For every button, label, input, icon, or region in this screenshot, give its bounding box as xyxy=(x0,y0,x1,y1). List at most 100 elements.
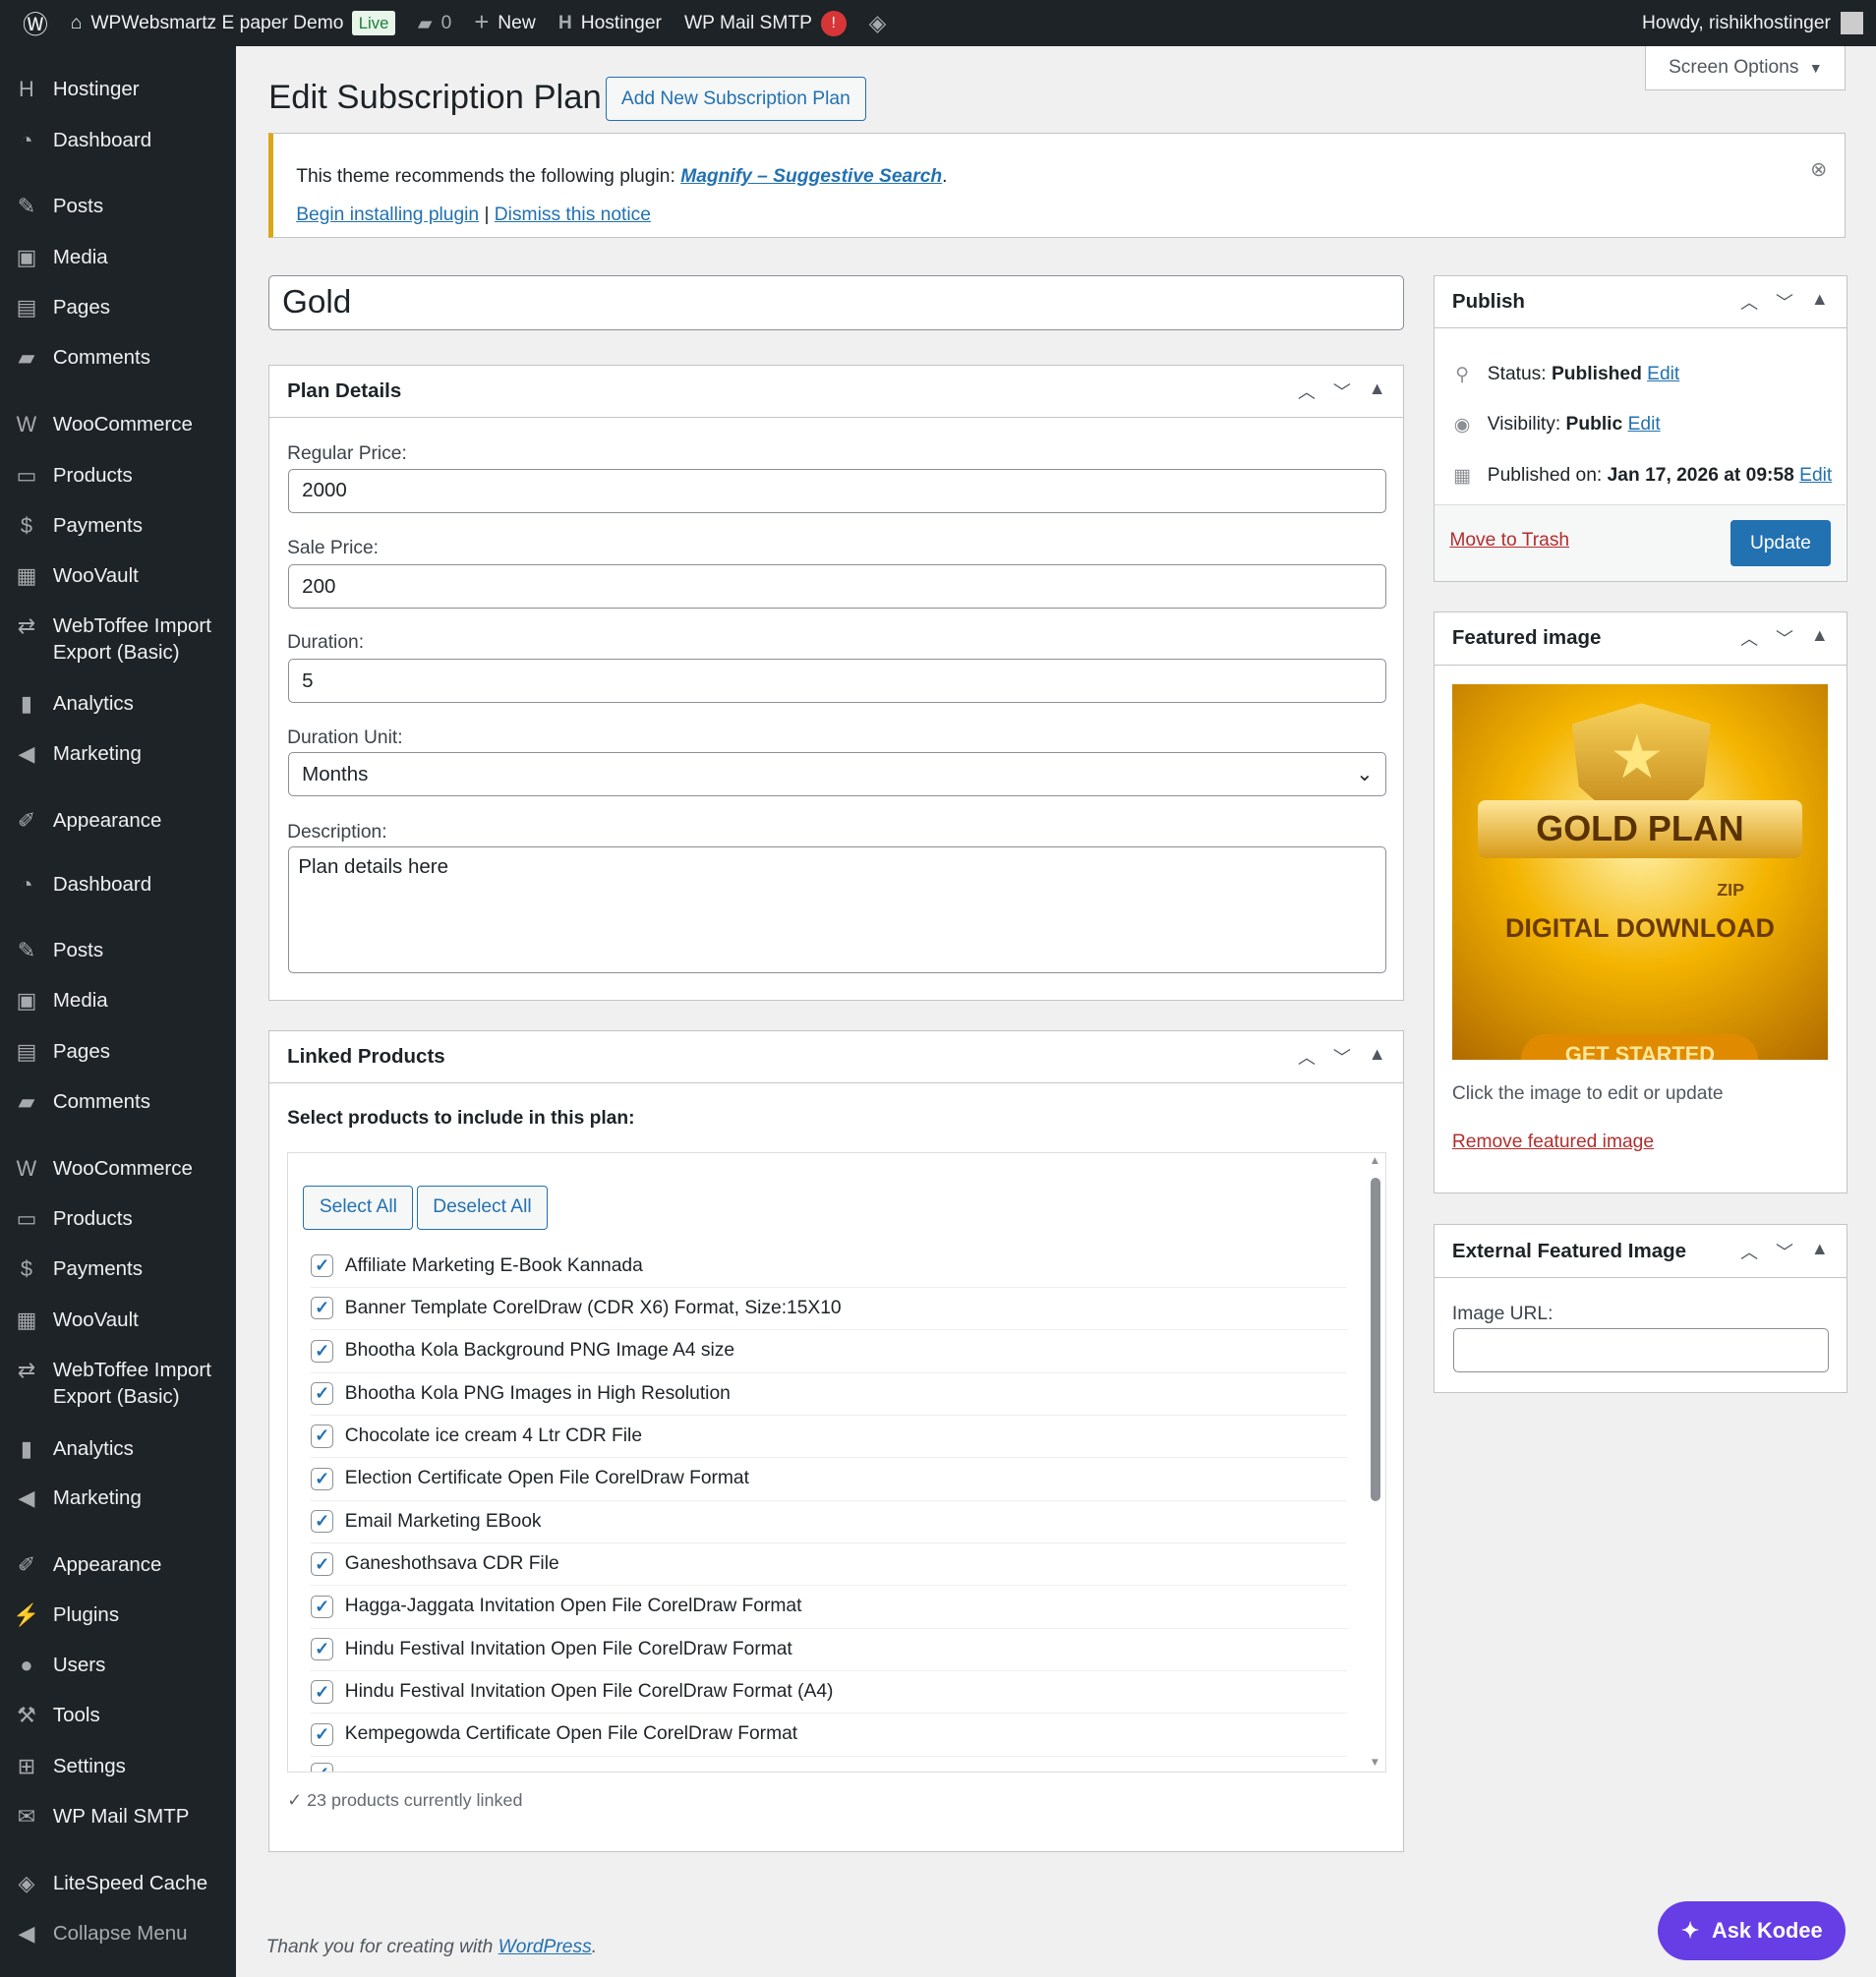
move-up-icon[interactable]: ︿ xyxy=(1740,625,1758,651)
edit-visibility-link[interactable]: Edit xyxy=(1628,414,1661,435)
product-checkbox[interactable]: ✓ xyxy=(311,1510,334,1534)
description-textarea[interactable]: Plan details here xyxy=(288,846,1387,973)
hostinger-link[interactable]: H Hostinger xyxy=(558,13,662,34)
sidebar-item[interactable]: ▰ Comments xyxy=(0,345,236,372)
product-checkbox[interactable]: ✓ xyxy=(311,1297,334,1320)
sidebar-item[interactable]: ▭ Products xyxy=(0,463,236,490)
sidebar-item[interactable]: ⚡ Plugins xyxy=(0,1602,236,1629)
comments-link[interactable]: ▰ 0 xyxy=(418,12,451,35)
move-down-icon[interactable]: ﹀ xyxy=(1333,378,1351,404)
featured-image[interactable]: ★ GOLD PLAN ZIP DIGITAL DOWNLOAD GET STA… xyxy=(1451,683,1829,1061)
product-checkbox[interactable]: ✓ xyxy=(311,1722,334,1746)
sale-price-input[interactable]: 200 xyxy=(288,564,1387,610)
edit-date-link[interactable]: Edit xyxy=(1799,465,1832,486)
sidebar-item[interactable]: W WooCommerce xyxy=(0,1156,236,1183)
sidebar-item[interactable]: ▭ Products xyxy=(0,1206,236,1233)
move-down-icon[interactable]: ﹀ xyxy=(1776,1239,1793,1264)
product-checkbox[interactable]: ✓ xyxy=(311,1382,334,1406)
sidebar-item[interactable]: W WooCommerce xyxy=(0,412,236,438)
image-url-input[interactable] xyxy=(1453,1328,1830,1373)
product-checkbox[interactable]: ✓ xyxy=(311,1680,334,1704)
sidebar-item[interactable]: ⇄ WebToffee Import Export (Basic) xyxy=(0,613,236,667)
select-all-button[interactable]: Select All xyxy=(303,1186,414,1230)
product-checkbox[interactable]: ✓ xyxy=(311,1254,334,1278)
dashboard-icon: ◔ xyxy=(20,872,33,898)
move-up-icon[interactable]: ︿ xyxy=(1740,1239,1758,1264)
regular-price-input[interactable]: 2000 xyxy=(288,468,1387,513)
move-up-icon[interactable]: ︿ xyxy=(1740,289,1758,315)
sidebar-item[interactable]: ▮ Analytics xyxy=(0,1436,236,1463)
product-checkbox[interactable]: ✓ xyxy=(311,1467,334,1490)
scrollbar-thumb[interactable] xyxy=(1370,1178,1381,1501)
sidebar-item[interactable]: ⚒ Tools xyxy=(0,1703,236,1729)
title-input[interactable]: Gold xyxy=(268,274,1405,330)
sidebar-item[interactable]: ✎ Posts xyxy=(0,938,236,964)
plugin-link[interactable]: Magnify – Suggestive Search xyxy=(680,166,942,187)
sidebar-item[interactable]: ✐ Appearance xyxy=(0,1552,236,1579)
scroll-down-icon[interactable]: ▼ xyxy=(1370,1757,1380,1769)
update-button[interactable]: Update xyxy=(1730,520,1831,567)
product-checkbox[interactable]: ✓ xyxy=(311,1425,334,1448)
duration-unit-select[interactable]: Months ⌄ xyxy=(288,752,1387,797)
new-link[interactable]: + New xyxy=(474,9,535,37)
toggle-icon[interactable]: ▲ xyxy=(1811,289,1829,315)
toggle-icon[interactable]: ▲ xyxy=(1811,1239,1829,1264)
sidebar-item[interactable]: ✎ Posts xyxy=(0,194,236,220)
sidebar-item[interactable]: ⊞ Settings xyxy=(0,1754,236,1780)
sidebar-item[interactable]: ▦ WooVault xyxy=(0,563,236,590)
product-label: Kempegowda Certificate Open File CorelDr… xyxy=(344,1723,798,1745)
dismiss-link[interactable]: Dismiss this notice xyxy=(495,204,651,225)
litespeed-icon[interactable]: ◈ xyxy=(869,10,887,36)
move-up-icon[interactable]: ︿ xyxy=(1298,378,1316,404)
move-down-icon[interactable]: ﹀ xyxy=(1776,289,1793,315)
sidebar-item[interactable]: $ Payments xyxy=(0,513,236,540)
account-menu[interactable]: Howdy, rishikhostinger xyxy=(1642,12,1864,35)
product-checkbox[interactable]: ✓ xyxy=(311,1339,334,1363)
add-new-button[interactable]: Add New Subscription Plan xyxy=(605,77,867,122)
sidebar-item[interactable]: H Hostinger xyxy=(0,77,236,103)
edit-status-link[interactable]: Edit xyxy=(1647,364,1679,384)
remove-featured-image-link[interactable]: Remove featured image xyxy=(1452,1132,1654,1153)
scroll-up-icon[interactable]: ▲ xyxy=(1370,1155,1380,1167)
sidebar-item[interactable]: ▣ Media xyxy=(0,245,236,271)
sidebar-item[interactable]: ✉ WP Mail SMTP xyxy=(0,1804,236,1831)
sidebar-item[interactable]: ◀ Marketing xyxy=(0,741,236,768)
sidebar-item-label: WooCommerce xyxy=(52,1156,193,1180)
sidebar-item[interactable]: ▤ Pages xyxy=(0,295,236,321)
sidebar-item[interactable]: ✐ Appearance xyxy=(0,808,236,835)
move-down-icon[interactable]: ﹀ xyxy=(1776,625,1793,651)
sidebar-item[interactable]: ▤ Pages xyxy=(0,1039,236,1066)
comment-count: 0 xyxy=(440,12,452,33)
move-to-trash-link[interactable]: Move to Trash xyxy=(1449,530,1569,552)
sidebar-item[interactable]: ◀ Marketing xyxy=(0,1485,236,1512)
ask-kodee-button[interactable]: ✦ Ask Kodee xyxy=(1658,1900,1847,1960)
sidebar-item[interactable]: ◔ Dashboard xyxy=(0,128,236,154)
sidebar-item[interactable]: ▦ WooVault xyxy=(0,1308,236,1334)
toggle-icon[interactable]: ▲ xyxy=(1811,625,1829,651)
wordpress-link[interactable]: WordPress xyxy=(498,1937,592,1957)
sidebar-item[interactable]: ▮ Analytics xyxy=(0,691,236,718)
product-checkbox[interactable]: ✓ xyxy=(311,1595,334,1618)
move-down-icon[interactable]: ﹀ xyxy=(1333,1044,1351,1070)
sidebar-item[interactable]: ◈ LiteSpeed Cache xyxy=(0,1871,236,1897)
wordpress-logo-icon[interactable]: Ⓦ xyxy=(23,5,48,41)
product-checkbox[interactable]: ✓ xyxy=(311,1552,334,1576)
deselect-all-button[interactable]: Deselect All xyxy=(416,1186,549,1230)
product-checkbox[interactable]: ✓ xyxy=(311,1638,334,1661)
sidebar-item[interactable]: ▣ Media xyxy=(0,988,236,1015)
begin-install-link[interactable]: Begin installing plugin xyxy=(296,204,479,225)
site-name-link[interactable]: ⌂ WPWebsmartz E paper Demo Live xyxy=(71,11,395,36)
duration-input[interactable]: 5 xyxy=(288,659,1387,704)
toggle-icon[interactable]: ▲ xyxy=(1369,378,1386,404)
sidebar-item[interactable]: ● Users xyxy=(0,1653,236,1679)
toggle-icon[interactable]: ▲ xyxy=(1369,1044,1386,1070)
screen-options-button[interactable]: Screen Options ▼ xyxy=(1645,46,1847,91)
sidebar-item[interactable]: ▰ Comments xyxy=(0,1089,236,1116)
sidebar-item[interactable]: ◔ Dashboard xyxy=(0,872,236,899)
move-up-icon[interactable]: ︿ xyxy=(1298,1044,1316,1070)
sidebar-item[interactable]: $ Payments xyxy=(0,1256,236,1283)
close-icon[interactable]: ⊗ xyxy=(1810,151,1827,189)
wp-mail-smtp-link[interactable]: WP Mail SMTP! xyxy=(684,10,847,36)
sidebar-item[interactable]: ⇄ WebToffee Import Export (Basic) xyxy=(0,1358,236,1411)
sidebar-item[interactable]: ◀ Collapse Menu xyxy=(0,1921,236,1948)
